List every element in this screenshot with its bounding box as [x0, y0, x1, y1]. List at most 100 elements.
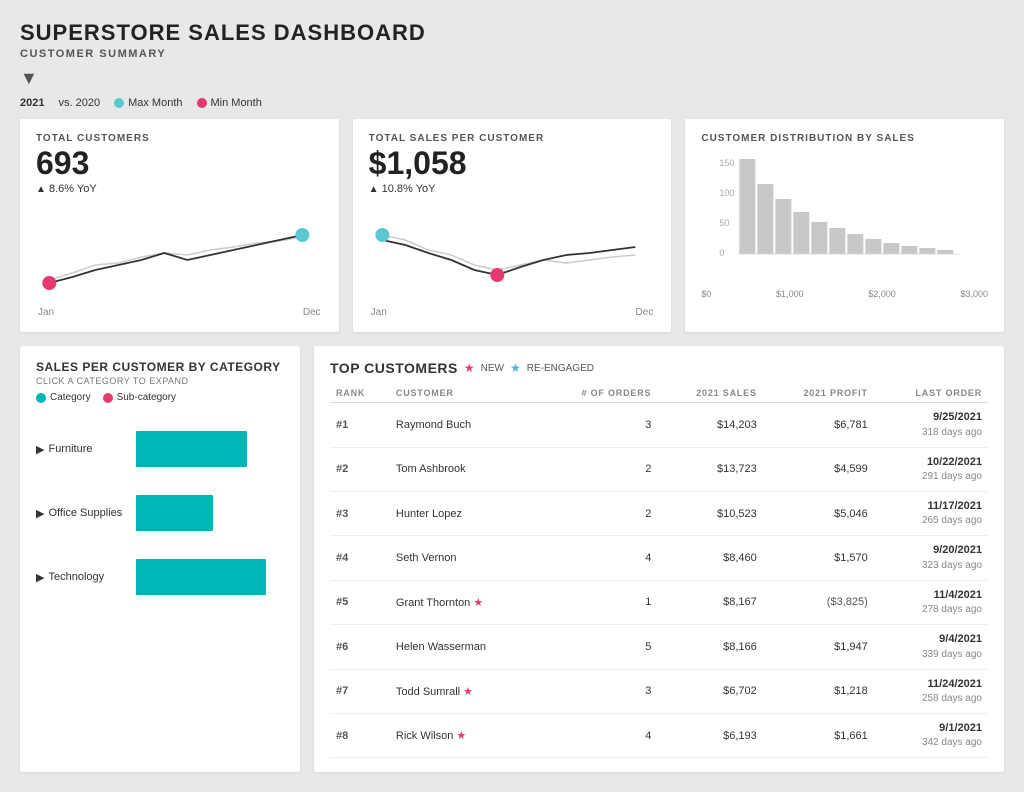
order-date: 9/20/2021: [880, 543, 982, 558]
office-bar: [136, 495, 213, 531]
row-last-order: 11/24/2021 258 days ago: [874, 669, 988, 713]
total-customers-value: 693: [36, 146, 323, 181]
sales-chart: [369, 205, 656, 305]
table-row: #7 Todd Sumrall ★ 3 $6,702 $1,218 11/24/…: [330, 669, 988, 713]
row-profit: $1,661: [763, 713, 874, 757]
office-label: ▶ Office Supplies: [36, 507, 136, 520]
tech-text: Technology: [48, 571, 104, 583]
dashboard-header: SUPERSTORE SALES DASHBOARD CUSTOMER SUMM…: [20, 20, 1004, 60]
row-profit: $4,599: [763, 447, 874, 491]
table-row: #6 Helen Wasserman 5 $8,166 $1,947 9/4/2…: [330, 625, 988, 669]
filter-icon[interactable]: ▼: [20, 68, 1004, 89]
subcat-color-dot: [103, 393, 113, 403]
row-rank: #5: [330, 580, 390, 624]
table-row: #5 Grant Thornton ★ 1 $8,167 ($3,825) 11…: [330, 580, 988, 624]
top-customers-title: TOP CUSTOMERS: [330, 360, 458, 376]
row-orders: 4: [538, 713, 657, 757]
row-sales: $6,193: [657, 713, 762, 757]
legend-row: 2021 vs. 2020 Max Month Min Month: [20, 97, 1004, 109]
row-rank: #2: [330, 447, 390, 491]
col-last-order: LAST ORDER: [874, 384, 988, 403]
total-customers-yoy: ▲ 8.6% YoY: [36, 183, 323, 195]
categories-card[interactable]: SALES PER CUSTOMER BY CATEGORY CLICK A C…: [20, 346, 300, 772]
row-last-order: 9/1/2021 342 days ago: [874, 713, 988, 757]
svg-text:150: 150: [720, 158, 735, 168]
legend-vs: vs. 2020: [58, 97, 100, 109]
order-date: 9/1/2021: [880, 721, 982, 736]
furniture-bar: [136, 431, 247, 467]
table-row: #2 Tom Ashbrook 2 $13,723 $4,599 10/22/2…: [330, 447, 988, 491]
hist-x-1000: $1,000: [776, 289, 804, 299]
row-orders: 5: [538, 625, 657, 669]
reengaged-legend: RE-ENGAGED: [527, 363, 594, 374]
row-rank: #6: [330, 625, 390, 669]
order-date: 11/17/2021: [880, 499, 982, 514]
top-row: TOTAL CUSTOMERS 693 ▲ 8.6% YoY Jan Dec T…: [20, 119, 1004, 332]
category-row-technology[interactable]: ▶ Technology: [36, 559, 284, 595]
cat-legend-category-label: Category: [50, 392, 91, 403]
row-orders: 2: [538, 447, 657, 491]
new-star-icon: ★: [464, 361, 475, 375]
row-rank: #4: [330, 536, 390, 580]
row-customer: Tom Ashbrook: [390, 447, 538, 491]
category-row-office[interactable]: ▶ Office Supplies: [36, 495, 284, 531]
row-profit: $1,947: [763, 625, 874, 669]
row-rank: #8: [330, 713, 390, 757]
top-customers-table: RANK CUSTOMER # OF ORDERS 2021 SALES 202…: [330, 384, 988, 758]
cat-legend-subcategory-label: Sub-category: [117, 392, 176, 403]
yoy-text: 8.6% YoY: [49, 183, 97, 195]
category-row-furniture[interactable]: ▶ Furniture: [36, 431, 284, 467]
customers-chart: [36, 205, 323, 305]
hist-x-labels: $0 $1,000 $2,000 $3,000: [701, 289, 988, 299]
dashboard-title: SUPERSTORE SALES DASHBOARD: [20, 20, 1004, 46]
table-row: #4 Seth Vernon 4 $8,460 $1,570 9/20/2021…: [330, 536, 988, 580]
order-date: 9/4/2021: [880, 632, 982, 647]
new-star: ★: [456, 730, 466, 742]
row-customer: Raymond Buch: [390, 403, 538, 447]
svg-text:50: 50: [720, 218, 730, 228]
tech-bar-container: [136, 559, 284, 595]
categories-subtitle: CLICK A CATEGORY TO EXPAND: [36, 376, 284, 386]
legend-year: 2021: [20, 97, 44, 109]
order-days: 339 days ago: [880, 648, 982, 662]
order-days: 278 days ago: [880, 603, 982, 617]
row-customer: Grant Thornton ★: [390, 580, 538, 624]
customers-table-body: #1 Raymond Buch 3 $14,203 $6,781 9/25/20…: [330, 403, 988, 758]
row-customer: Helen Wasserman: [390, 625, 538, 669]
col-sales: 2021 SALES: [657, 384, 762, 403]
min-month-legend: Min Month: [197, 97, 262, 109]
row-last-order: 10/22/2021 291 days ago: [874, 447, 988, 491]
dashboard-subtitle: CUSTOMER SUMMARY: [20, 48, 1004, 60]
max-month-label: Max Month: [128, 97, 182, 109]
order-date: 9/25/2021: [880, 410, 982, 425]
row-last-order: 9/4/2021 339 days ago: [874, 625, 988, 669]
row-sales: $8,166: [657, 625, 762, 669]
table-header: RANK CUSTOMER # OF ORDERS 2021 SALES 202…: [330, 384, 988, 403]
row-customer: Todd Sumrall ★: [390, 669, 538, 713]
row-last-order: 11/17/2021 265 days ago: [874, 491, 988, 535]
row-sales: $14,203: [657, 403, 762, 447]
order-days: 291 days ago: [880, 470, 982, 484]
row-last-order: 9/25/2021 318 days ago: [874, 403, 988, 447]
top-customers-card: TOP CUSTOMERS ★ NEW ★ RE-ENGAGED RANK CU…: [314, 346, 1004, 772]
total-customers-card: TOTAL CUSTOMERS 693 ▲ 8.6% YoY Jan Dec: [20, 119, 339, 332]
row-rank: #7: [330, 669, 390, 713]
bottom-row: SALES PER CUSTOMER BY CATEGORY CLICK A C…: [20, 346, 1004, 772]
sales-yoy-arrow: ▲: [369, 184, 379, 195]
row-profit: $6,781: [763, 403, 874, 447]
sales-chart-x-labels: Jan Dec: [369, 307, 656, 318]
furniture-label: ▶ Furniture: [36, 443, 136, 456]
row-profit: $1,570: [763, 536, 874, 580]
row-last-order: 11/4/2021 278 days ago: [874, 580, 988, 624]
tech-bar: [136, 559, 266, 595]
row-profit: ($3,825): [763, 580, 874, 624]
furniture-triangle: ▶: [36, 443, 44, 456]
row-sales: $8,167: [657, 580, 762, 624]
order-days: 265 days ago: [880, 514, 982, 528]
cat-legend-category: Category: [36, 392, 91, 403]
row-rank: #1: [330, 403, 390, 447]
yoy-arrow: ▲: [36, 184, 46, 195]
row-orders: 3: [538, 669, 657, 713]
categories-title: SALES PER CUSTOMER BY CATEGORY: [36, 360, 284, 374]
max-month-dot: [114, 98, 124, 108]
